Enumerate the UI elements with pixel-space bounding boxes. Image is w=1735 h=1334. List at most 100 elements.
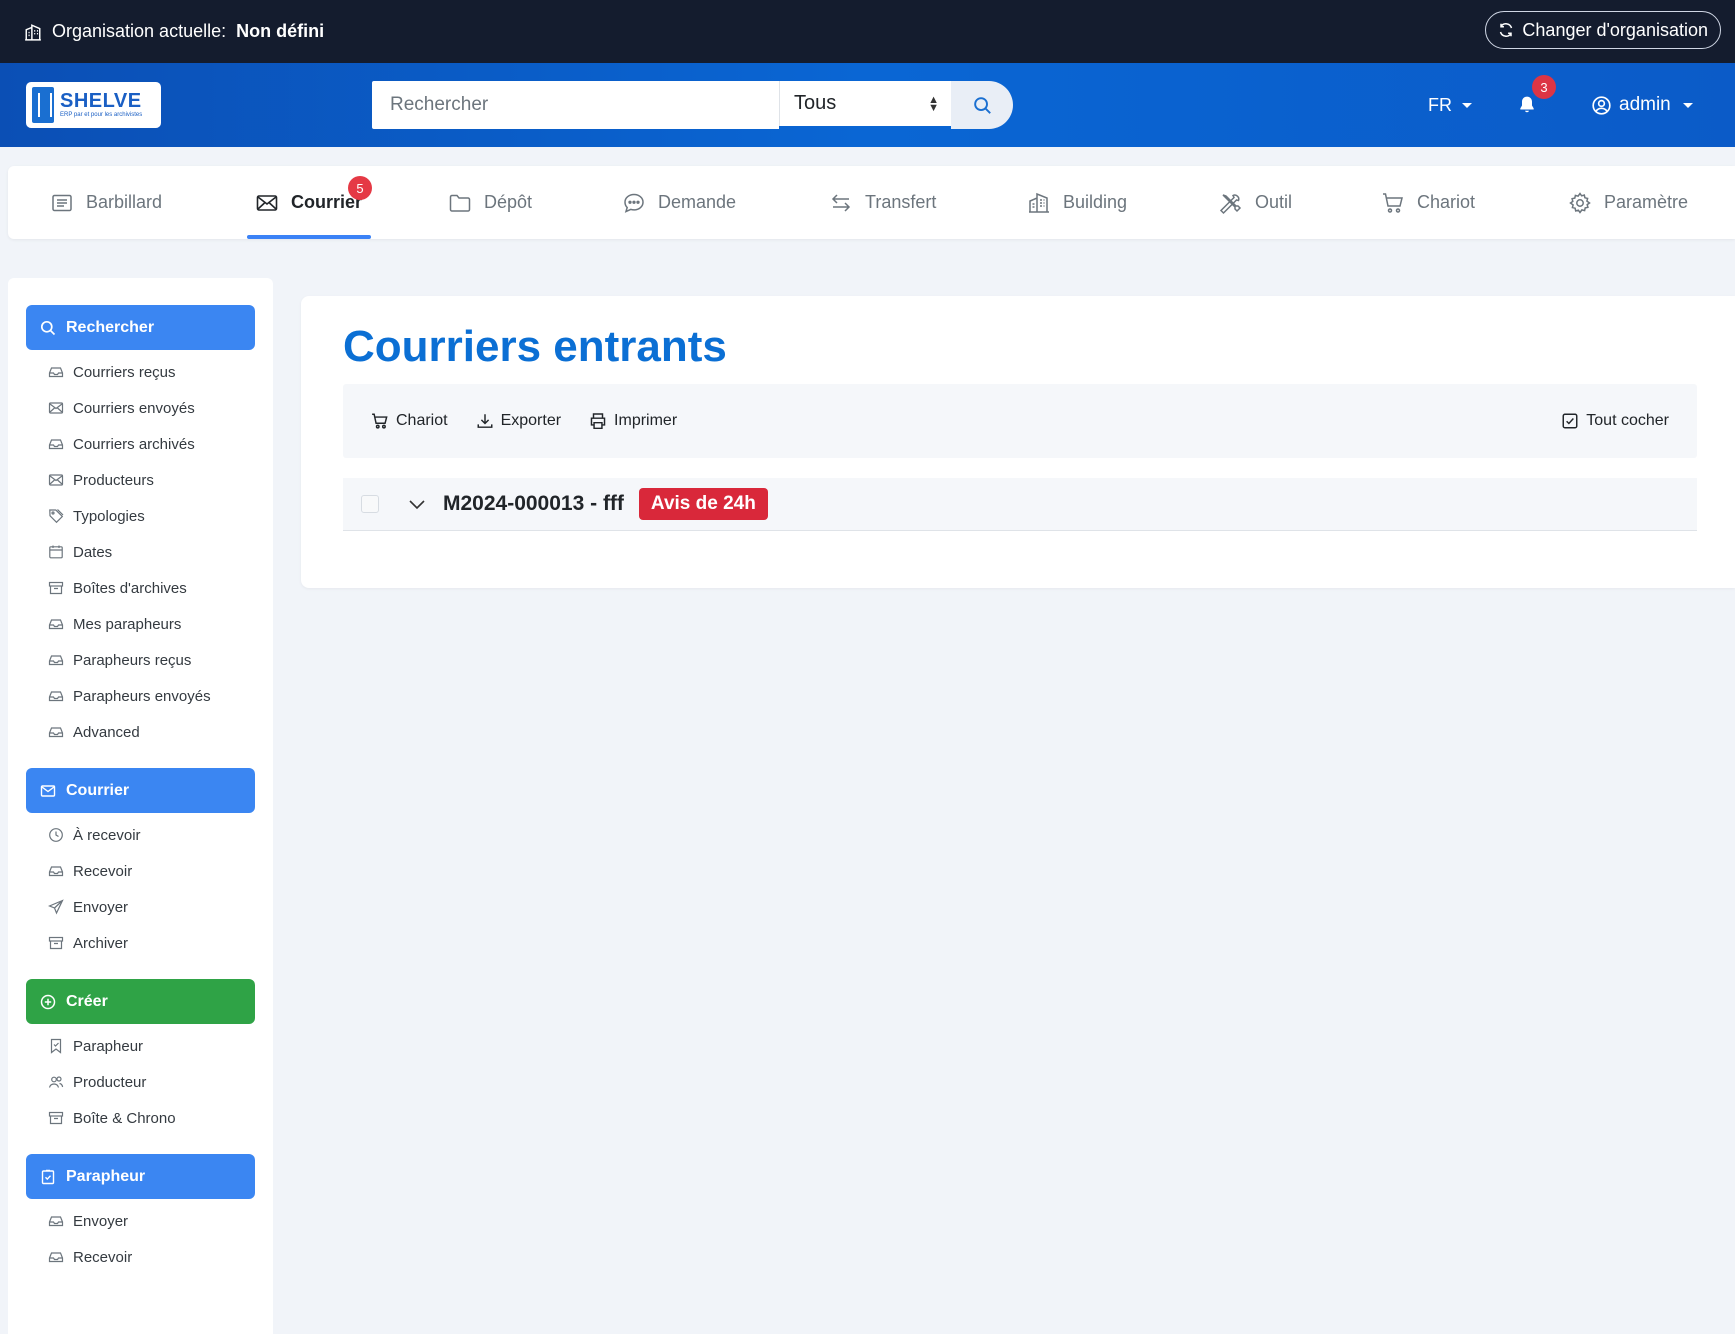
search-scope-select[interactable]: Tous ▲ ▼: [779, 81, 951, 126]
chat-icon: [624, 193, 644, 213]
row-checkbox[interactable]: [361, 495, 379, 513]
sidebar-item-courriers-recus[interactable]: Courriers reçus: [26, 354, 255, 390]
search-scope-value: Tous: [794, 92, 837, 114]
mail-row[interactable]: M2024-000013 - fff Avis de 24h: [343, 478, 1697, 531]
calendar-icon: [49, 545, 63, 559]
export-button[interactable]: Exporter: [476, 412, 561, 430]
building-icon: [25, 23, 41, 41]
sidebar-item-producteurs[interactable]: Producteurs: [26, 462, 255, 498]
sidebar-item-envoyer[interactable]: Envoyer: [26, 889, 255, 925]
page-title: Courriers entrants: [343, 322, 727, 371]
tab-demande[interactable]: Demande: [622, 166, 736, 239]
printer-icon: [590, 413, 606, 430]
archive-box-icon: [48, 1111, 64, 1125]
print-button-label: Imprimer: [614, 412, 678, 429]
sidebar-item-recevoir[interactable]: Recevoir: [26, 1239, 255, 1275]
archive-box-icon: [48, 581, 64, 595]
logo-subtitle: ERP par et pour les archivistes: [60, 112, 143, 118]
cart-button[interactable]: Chariot: [371, 412, 448, 430]
tab-barbillard[interactable]: Barbillard: [50, 166, 162, 239]
sidebar-item-label: Producteur: [73, 1073, 147, 1091]
chevron-down-icon[interactable]: [407, 494, 427, 514]
logo[interactable]: SHELVE ERP par et pour les archivistes: [26, 82, 161, 128]
tab-chariot[interactable]: Chariot: [1381, 166, 1475, 239]
change-organisation-button[interactable]: Changer d'organisation: [1485, 11, 1721, 49]
sidebar-item-label: Boîtes d'archives: [73, 579, 187, 597]
print-button[interactable]: Imprimer: [589, 412, 677, 430]
tab-courrier[interactable]: Courrier 5: [247, 166, 372, 239]
tab-label: Outil: [1255, 192, 1293, 212]
sidebar-item-parapheurs-envoyes[interactable]: Parapheurs envoyés: [26, 678, 255, 714]
sidebar-item-a-recevoir[interactable]: À recevoir: [26, 817, 255, 853]
cart-icon: [372, 413, 388, 429]
sidebar-group-parapheur: Parapheur Envoyer Recevoir: [26, 1154, 255, 1275]
search-button[interactable]: [951, 81, 1013, 129]
sidebar-head-label: Parapheur: [66, 1167, 146, 1185]
sidebar-item-recevoir[interactable]: Recevoir: [26, 853, 255, 889]
sidebar-item-mes-parapheurs[interactable]: Mes parapheurs: [26, 606, 255, 642]
sidebar-item-advanced[interactable]: Advanced: [26, 714, 255, 750]
sidebar-item-parapheurs-recus[interactable]: Parapheurs reçus: [26, 642, 255, 678]
sidebar-item-courriers-envoyes[interactable]: Courriers envoyés: [26, 390, 255, 426]
sidebar-item-boites-d-archives[interactable]: Boîtes d'archives: [26, 570, 255, 606]
language-dropdown[interactable]: FR: [1428, 63, 1472, 147]
search-bar: Tous ▲▼: [372, 81, 1013, 129]
sidebar-head-courrier[interactable]: Courrier: [26, 768, 255, 813]
sidebar-item-parapheur[interactable]: Parapheur: [26, 1028, 255, 1064]
sidebar-item-courriers-archives[interactable]: Courriers archivés: [26, 426, 255, 462]
caret-down-icon: [1682, 102, 1693, 108]
sidebar-item-producteur[interactable]: Producteur: [26, 1064, 255, 1100]
sidebar: Rechercher Courriers reçus Courriers envo…: [8, 278, 273, 1334]
sidebar-item-label: Envoyer: [73, 1212, 129, 1230]
tab-transfert[interactable]: Transfert: [829, 166, 936, 239]
download-icon: [477, 414, 493, 428]
sidebar-head-parapheur[interactable]: Parapheur: [26, 1154, 255, 1199]
sidebar-item-label: Parapheur: [73, 1037, 144, 1055]
plus-circle-icon: [40, 994, 56, 1009]
cart-icon: [1383, 192, 1403, 213]
sidebar-head-label: Courrier: [66, 781, 130, 799]
tab-label: Paramètre: [1604, 192, 1689, 212]
inbox-icon: [48, 619, 64, 630]
sidebar-head-rechercher[interactable]: Rechercher: [26, 305, 255, 350]
tab-parametre[interactable]: Paramètre: [1568, 166, 1688, 239]
search-input[interactable]: [372, 81, 779, 129]
inbox-icon: [48, 1216, 64, 1227]
sidebar-head-creer[interactable]: Créer: [26, 979, 255, 1024]
sidebar-item-label: Archiver: [73, 934, 129, 952]
check-all-button[interactable]: Tout cocher: [1561, 412, 1669, 430]
tab-label: Transfert: [865, 192, 937, 212]
refresh-icon: [1500, 23, 1513, 37]
envelope-icon: [48, 402, 64, 414]
logo-mark-icon: [32, 87, 54, 123]
tab-building[interactable]: Building: [1027, 166, 1127, 239]
tab-label: Chariot: [1417, 192, 1476, 212]
sidebar-item-label: Parapheurs envoyés: [73, 687, 211, 705]
user-name: admin: [1619, 94, 1671, 115]
select-arrows-icon: ▲ ▼: [928, 93, 939, 114]
inbox-icon: [48, 727, 64, 738]
header: SHELVE ERP par et pour les archivistes T…: [0, 63, 1735, 147]
user-menu[interactable]: admin: [1592, 63, 1693, 147]
inbox-icon: [48, 1252, 64, 1263]
user-circle-icon: [1592, 95, 1611, 115]
notifications-badge: 3: [1532, 75, 1556, 99]
clipboard-check-icon: [41, 1169, 55, 1184]
sidebar-item-boite-chrono[interactable]: Boîte & Chrono: [26, 1100, 255, 1136]
sidebar-group-rechercher: Rechercher Courriers reçus Courriers envo…: [26, 305, 255, 750]
sidebar-group-courrier: Courrier À recevoir Recevoir Envoyer Archiv…: [26, 768, 255, 961]
sidebar-item-label: À recevoir: [73, 826, 141, 844]
sidebar-item-typologies[interactable]: Typologies: [26, 498, 255, 534]
sidebar-item-envoyer[interactable]: Envoyer: [26, 1203, 255, 1239]
language-value: FR: [1428, 94, 1452, 115]
tab-outil[interactable]: Outil: [1219, 166, 1292, 239]
sidebar-item-archiver[interactable]: Archiver: [26, 925, 255, 961]
tab-label: Barbillard: [86, 192, 163, 212]
tab-depot[interactable]: Dépôt: [448, 166, 532, 239]
mail-reference[interactable]: M2024-000013 - fff: [443, 492, 624, 516]
deadline-badge: Avis de 24h: [638, 488, 768, 520]
main-card: Courriers entrants Chariot Exporter Impr…: [301, 296, 1735, 588]
change-organisation-label: Changer d'organisation: [1522, 19, 1708, 40]
notifications-button[interactable]: 3: [1518, 63, 1556, 147]
sidebar-item-dates[interactable]: Dates: [26, 534, 255, 570]
